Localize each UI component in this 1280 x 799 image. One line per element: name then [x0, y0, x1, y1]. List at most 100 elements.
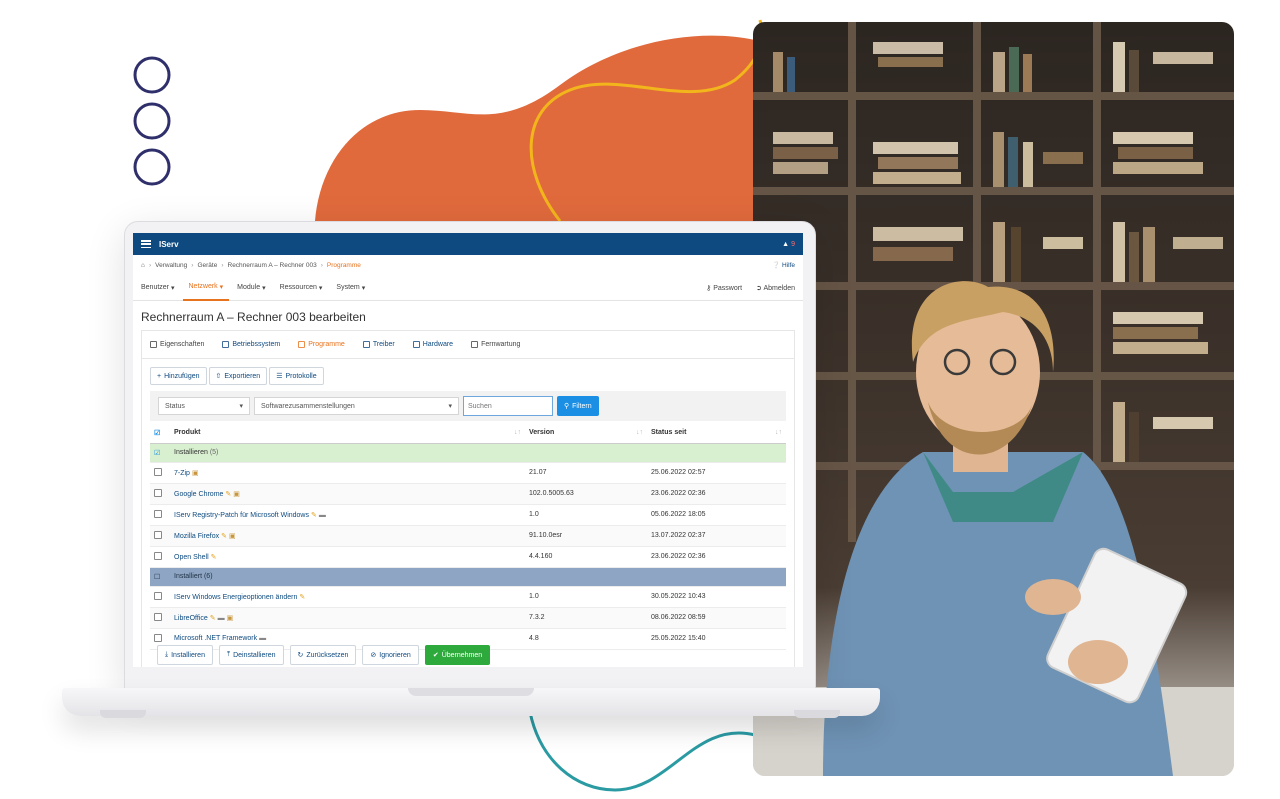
- apply-button[interactable]: ✔ Übernehmen: [424, 645, 491, 665]
- monitor-icon: [222, 341, 230, 348]
- column-header-status-since[interactable]: Status seit: [651, 429, 686, 436]
- tab-programme[interactable]: Programme: [298, 341, 345, 348]
- circle-outline-1: [133, 56, 171, 94]
- script-icon: ▬: [318, 511, 326, 519]
- column-header-version[interactable]: Version: [529, 429, 554, 436]
- menu-icon[interactable]: [141, 240, 151, 248]
- help-icon: ❔: [772, 262, 781, 269]
- laptop-foot-right: [794, 710, 840, 718]
- tab-betriebssystem[interactable]: Betriebssystem: [222, 341, 280, 348]
- circle-outline-3: [133, 148, 171, 186]
- notification-bell-icon[interactable]: ▲ 9: [782, 241, 795, 248]
- reset-button[interactable]: ↻ Zurücksetzen: [289, 645, 357, 665]
- nav-item-ressourcen[interactable]: Ressourcen ▾: [280, 275, 323, 301]
- status-select[interactable]: Status ▾: [158, 397, 250, 415]
- script-icon: ▬: [259, 635, 267, 642]
- help-link[interactable]: ❔ Hilfe: [772, 261, 795, 269]
- install-button[interactable]: ⤓ Installieren: [157, 645, 213, 665]
- breadcrumb: ⌂ › Verwaltung › Geräte › Rechnerraum A – R…: [141, 261, 795, 270]
- export-button[interactable]: ⇧ Exportieren: [208, 367, 268, 385]
- window-icon: [298, 341, 306, 348]
- password-link[interactable]: ⚷ Passwort: [706, 284, 742, 292]
- breadcrumb-current: Programme: [326, 261, 361, 269]
- list-icon: ☰: [276, 373, 283, 380]
- pencil-icon: ✎: [210, 553, 217, 561]
- app-brand[interactable]: IServ: [159, 240, 782, 249]
- chevron-down-icon: ▾: [448, 403, 452, 410]
- row-checkbox[interactable]: [154, 530, 162, 539]
- notification-count: 9: [791, 240, 795, 248]
- search-input[interactable]: [463, 396, 553, 416]
- filter-bar: Status▾ Softwarezusammenstellungen▾ ⚲Fil…: [150, 391, 786, 421]
- programs-table: ☑ Produkt ↓↑ Version ↓↑ Status seit ↓↑ ☑ In…: [150, 423, 786, 650]
- table-row[interactable]: IServ Registry-Patch für Microsoft Windo…: [150, 504, 786, 526]
- refresh-icon: ↻: [297, 652, 304, 659]
- action-bar: ⤓ Installieren ⤒ Deinstallieren ↻ Zurückset…: [157, 645, 491, 665]
- logout-link[interactable]: ➲ Abmelden: [756, 284, 795, 292]
- tab-treiber[interactable]: Treiber: [362, 341, 395, 348]
- chip-icon: [412, 341, 420, 348]
- row-checkbox[interactable]: [154, 591, 162, 600]
- photo-illustration: [753, 22, 1234, 776]
- select-all-icon[interactable]: ☑: [154, 430, 160, 437]
- package-icon: ▣: [233, 490, 240, 498]
- uninstall-button[interactable]: ⤒ Deinstallieren: [218, 645, 284, 665]
- toolbar: + Hinzufügen ⇧ Exportieren ☰ Protokolle: [150, 367, 786, 385]
- plus-icon: +: [157, 372, 162, 380]
- nav-item-system[interactable]: System ▾: [336, 275, 365, 301]
- row-checkbox[interactable]: [154, 612, 162, 621]
- tab-hardware[interactable]: Hardware: [412, 341, 453, 348]
- nav-item-module[interactable]: Module ▾: [237, 275, 265, 301]
- breadcrumb-item[interactable]: Verwaltung: [155, 262, 187, 269]
- table-row[interactable]: Open Shell ✎ 4.4.160 23.06.2022 02:36: [150, 546, 786, 568]
- home-icon[interactable]: ⌂: [141, 262, 145, 269]
- column-header-product[interactable]: Produkt: [174, 429, 200, 436]
- file-icon: [362, 341, 370, 348]
- sort-icon[interactable]: ↓↑: [636, 429, 643, 436]
- check-icon: ✔: [432, 652, 439, 659]
- export-icon: ⇧: [215, 373, 222, 380]
- page-title: Rechnerraum A – Rechner 003 bearbeiten: [141, 310, 366, 324]
- row-checkbox[interactable]: [154, 509, 162, 518]
- breadcrumb-item[interactable]: Geräte: [197, 262, 217, 269]
- row-checkbox[interactable]: [154, 633, 162, 642]
- breadcrumb-item[interactable]: Rechnerraum A – Rechner 003: [228, 262, 317, 269]
- row-checkbox[interactable]: [154, 488, 162, 497]
- collections-select[interactable]: Softwarezusammenstellungen ▾: [254, 397, 459, 415]
- add-button[interactable]: + Hinzufügen: [150, 367, 207, 385]
- programs-panel: + Hinzufügen ⇧ Exportieren ☰ Protokolle Sta…: [141, 358, 795, 667]
- logs-button[interactable]: ☰ Protokolle: [269, 367, 324, 385]
- group-toggle-icon[interactable]: ☑: [154, 450, 160, 457]
- circle-outline-2: [133, 102, 171, 140]
- table-row[interactable]: Google Chrome ✎ ▣ 102.0.5005.63 23.06.2022…: [150, 483, 786, 505]
- tab-fernwartung[interactable]: Fernwartung: [471, 341, 520, 348]
- chevron-down-icon: ▾: [239, 403, 243, 410]
- script-icon: ▬: [217, 614, 225, 622]
- sort-icon[interactable]: ↓↑: [775, 429, 782, 436]
- nav-item-netzwerk[interactable]: Netzwerk ▾: [182, 275, 230, 301]
- table-row[interactable]: IServ Windows Energieoptionen ändern ✎ 1.…: [150, 586, 786, 608]
- sort-icon[interactable]: ↓↑: [514, 429, 521, 436]
- teal-line: [528, 711, 756, 792]
- ignore-button[interactable]: ⊘ Ignorieren: [362, 645, 419, 665]
- key-icon: ⚷: [706, 284, 712, 292]
- remote-icon: [471, 341, 479, 348]
- gear-icon: [150, 341, 157, 348]
- row-checkbox[interactable]: [154, 467, 162, 476]
- row-checkbox[interactable]: [154, 551, 162, 560]
- iserv-screen: IServ ▲ 9 ⌂ › Verwaltung › Geräte › Rechnerr…: [133, 233, 803, 667]
- search-icon: ⚲: [564, 403, 570, 410]
- pencil-icon: ✎: [299, 593, 306, 601]
- group-row-installed[interactable]: ☐ Installiert (6): [150, 567, 786, 587]
- table-row[interactable]: 7-Zip ▣ 21.07 25.06.2022 02:57: [150, 462, 786, 484]
- group-toggle-icon[interactable]: ☐: [154, 574, 160, 581]
- download-icon: ⤓: [165, 651, 169, 658]
- filter-button[interactable]: ⚲ Filtern: [557, 396, 599, 416]
- package-icon: ▣: [226, 614, 234, 622]
- group-row-install[interactable]: ☑ Installieren (5): [150, 443, 786, 463]
- package-icon: ▣: [191, 469, 199, 477]
- table-row[interactable]: LibreOffice ✎ ▬ ▣ 7.3.2 08.06.2022 08:59: [150, 607, 786, 629]
- nav-item-benutzer[interactable]: Benutzer ▾: [141, 275, 175, 301]
- table-row[interactable]: Mozilla Firefox ✎ ▣ 91.10.0esr 13.07.2022 …: [150, 525, 786, 547]
- tab-eigenschaften[interactable]: Eigenschaften: [150, 341, 204, 348]
